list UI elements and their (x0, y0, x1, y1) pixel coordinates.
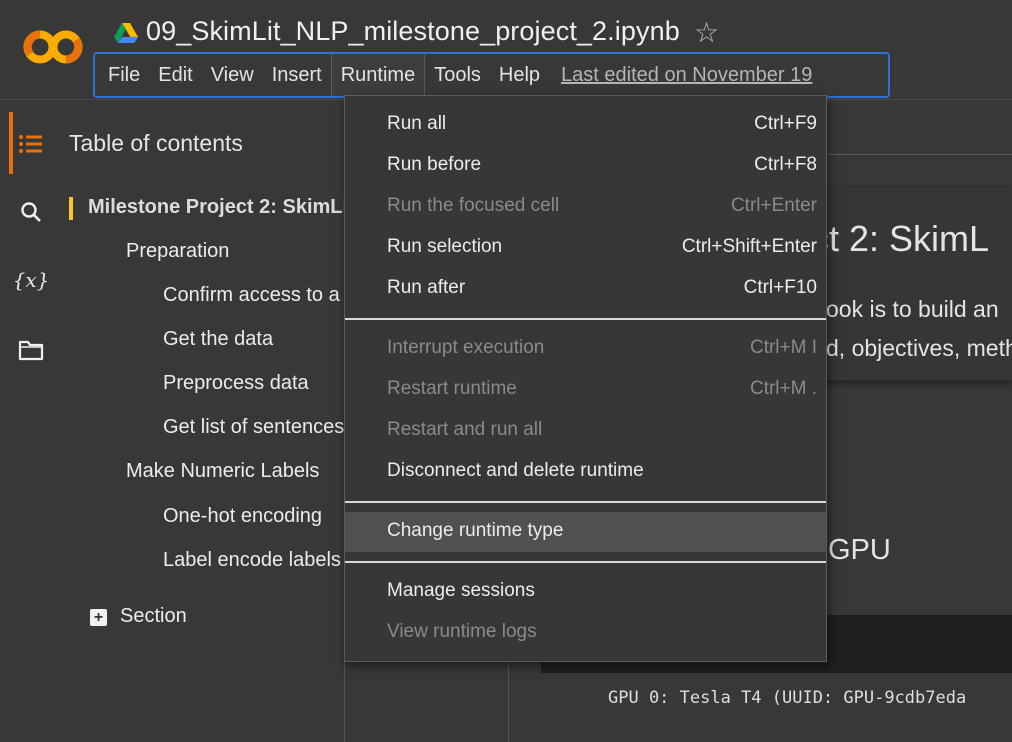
menu-item-disconnect-delete-runtime[interactable]: Disconnect and delete runtime (345, 452, 826, 492)
menu-divider (345, 318, 826, 320)
notebook-title[interactable]: 09_SkimLit_NLP_milestone_project_2.ipynb (146, 16, 680, 47)
colab-window: 09_SkimLit_NLP_milestone_project_2.ipynb… (0, 0, 1012, 742)
google-drive-icon (114, 23, 138, 43)
toc-item[interactable]: Preparation (126, 240, 344, 263)
menu-item-label: Interrupt execution (387, 337, 545, 358)
header: 09_SkimLit_NLP_milestone_project_2.ipynb… (0, 0, 1012, 100)
menu-item-label: Run after (387, 277, 466, 298)
menu-item-run-focused-cell: Run the focused cell Ctrl+Enter (345, 187, 826, 227)
menu-item-change-runtime-type[interactable]: Change runtime type (345, 512, 826, 552)
rail-active-indicator (9, 112, 13, 174)
menu-file[interactable]: File (99, 54, 149, 96)
menu-tools[interactable]: Tools (425, 54, 490, 96)
last-edited-link[interactable]: Last edited on November 19 (561, 64, 812, 87)
cell-output: GPU 0: Tesla T4 (UUID: GPU-9cdb7eda (608, 688, 967, 708)
menu-item-label: Run the focused cell (387, 195, 560, 216)
menu-item-interrupt-execution: Interrupt execution Ctrl+M I (345, 329, 826, 369)
files-icon[interactable] (17, 336, 45, 364)
colab-logo[interactable] (22, 28, 84, 66)
menu-runtime[interactable]: Runtime (330, 54, 426, 96)
menu-item-shortcut: Ctrl+M . (749, 378, 817, 399)
menu-item-shortcut: Ctrl+Enter (730, 195, 817, 216)
menu-item-label: Restart runtime (387, 378, 517, 399)
menu-help[interactable]: Help (490, 54, 549, 96)
menu-divider (345, 561, 826, 563)
star-icon[interactable]: ☆ (694, 16, 719, 49)
cell-gutter (508, 660, 509, 742)
cell-heading: ct 2: SkimL (811, 218, 990, 259)
menu-view[interactable]: View (202, 54, 263, 96)
menu-item-label: View runtime logs (387, 621, 537, 642)
toc-item[interactable]: Preprocess data (163, 372, 344, 395)
menu-bar: File Edit View Insert Runtime Tools Help… (93, 52, 890, 98)
menu-item-label: Run before (387, 154, 482, 175)
menu-item-restart-and-run-all: Restart and run all (345, 411, 826, 451)
menu-item-shortcut: Ctrl+F8 (754, 154, 817, 175)
toc-current-marker (69, 197, 73, 220)
add-section-icon[interactable]: + (90, 609, 107, 626)
menu-item-shortcut: Ctrl+F9 (754, 113, 817, 134)
menu-item-label: Restart and run all (387, 419, 543, 440)
toc-title: Table of contents (69, 130, 243, 156)
toc-item[interactable]: Get list of sentences (163, 416, 344, 439)
menu-item-run-before[interactable]: Run before Ctrl+F8 (345, 146, 826, 186)
menu-item-view-runtime-logs: View runtime logs (345, 613, 826, 653)
toc-item[interactable]: Label encode labels (163, 549, 344, 572)
toc-item[interactable]: Confirm access to a GPU (163, 284, 344, 307)
menu-item-run-after[interactable]: Run after Ctrl+F10 (345, 269, 826, 309)
menu-item-manage-sessions[interactable]: Manage sessions (345, 572, 826, 612)
menu-divider (345, 501, 826, 503)
menu-item-shortcut: Ctrl+Shift+Enter (681, 236, 817, 257)
menu-item-run-all[interactable]: Run all Ctrl+F9 (345, 105, 826, 145)
menu-item-shortcut: Ctrl+F10 (743, 277, 817, 298)
menu-item-label: Change runtime type (387, 520, 564, 541)
toc-item[interactable]: Milestone Project 2: SkimLit (88, 196, 344, 219)
menu-item-label: Manage sessions (387, 580, 535, 601)
toc-item[interactable]: One-hot encoding (163, 505, 344, 528)
toc-item[interactable]: Get the data (163, 328, 344, 351)
variables-icon[interactable]: {x} (13, 266, 50, 294)
section-heading: GPU (828, 534, 891, 566)
runtime-menu: Run all Ctrl+F9 Run before Ctrl+F8 Run t… (344, 95, 827, 662)
menu-edit[interactable]: Edit (149, 54, 201, 96)
menu-insert[interactable]: Insert (263, 54, 331, 96)
search-icon[interactable] (17, 198, 45, 226)
cell-paragraph: ook is to build an (826, 296, 999, 322)
table-of-contents-icon[interactable] (17, 130, 45, 158)
menu-item-label: Disconnect and delete runtime (387, 460, 644, 481)
menu-item-restart-runtime: Restart runtime Ctrl+M . (345, 370, 826, 410)
add-section-button[interactable]: Section (120, 605, 187, 628)
menu-item-shortcut: Ctrl+M I (749, 337, 817, 358)
menu-item-label: Run all (387, 113, 447, 134)
menu-item-run-selection[interactable]: Run selection Ctrl+Shift+Enter (345, 228, 826, 268)
menu-item-label: Run selection (387, 236, 503, 257)
cell-paragraph: d, objectives, meth (826, 335, 1012, 361)
toc-item[interactable]: Make Numeric Labels (126, 460, 344, 483)
